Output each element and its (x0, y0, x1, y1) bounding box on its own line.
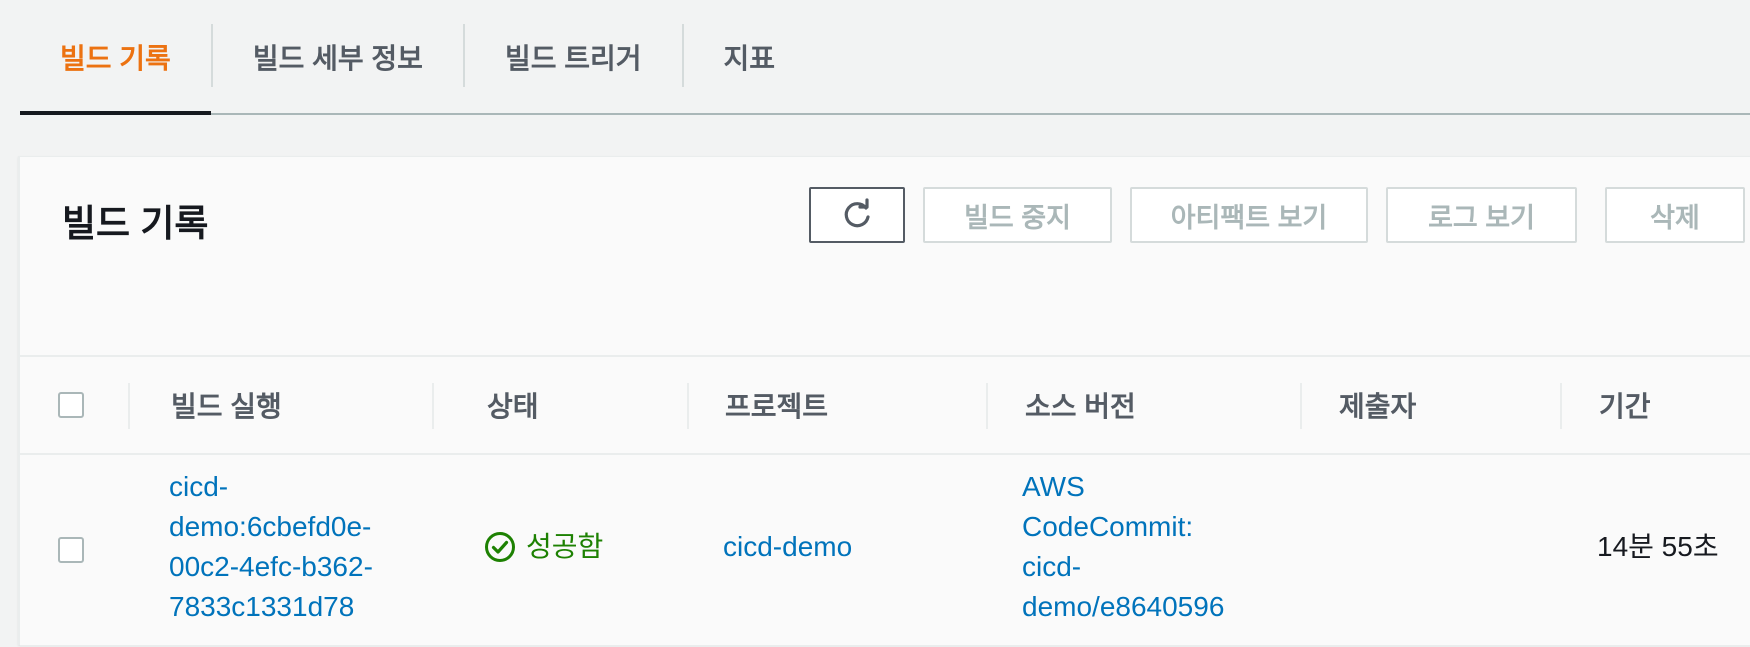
column-header-submitter[interactable]: 제출자 (1339, 357, 1416, 453)
source-version-line: CodeCommit: (1022, 511, 1194, 542)
column-divider (1300, 383, 1302, 429)
stop-build-button[interactable]: 빌드 중지 (923, 187, 1112, 243)
build-run-line: 7833c1331d78 (169, 591, 355, 622)
build-run-line: cicd- (169, 471, 229, 502)
view-artifacts-button[interactable]: 아티팩트 보기 (1130, 187, 1368, 243)
refresh-button[interactable] (809, 187, 905, 243)
refresh-icon (844, 198, 870, 228)
column-header-build-run[interactable]: 빌드 실행 (171, 357, 282, 453)
build-run-line: demo:6cbefd0e- (169, 511, 372, 542)
column-header-status[interactable]: 상태 (487, 357, 539, 453)
source-version-line: cicd- (1022, 551, 1082, 582)
build-run-link[interactable]: cicd- demo:6cbefd0e- 00c2-4efc-b362- 783… (169, 467, 409, 627)
panel-header: 빌드 기록 빌드 중지 아티팩트 보기 로그 보기 삭제 (20, 157, 1750, 357)
delete-button[interactable]: 삭제 (1605, 187, 1745, 243)
project-link[interactable]: cicd-demo (723, 527, 852, 567)
source-version-link[interactable]: AWS CodeCommit: cicd- demo/e8640596 (1022, 467, 1282, 627)
column-divider (128, 383, 130, 429)
column-divider (1560, 383, 1562, 429)
source-version-line: AWS (1022, 471, 1085, 502)
tab-build-triggers[interactable]: 빌드 트리거 (465, 0, 682, 113)
tab-build-details[interactable]: 빌드 세부 정보 (213, 0, 463, 113)
table-row: cicd- demo:6cbefd0e- 00c2-4efc-b362- 783… (20, 455, 1750, 647)
build-history-panel: 빌드 기록 빌드 중지 아티팩트 보기 로그 보기 삭제 빌드 실행 상태 프로… (18, 156, 1750, 647)
duration-value: 14분 55초 (1597, 531, 1719, 562)
status-badge: 성공함 (484, 527, 603, 567)
status-text: 성공함 (526, 531, 604, 562)
table-header: 빌드 실행 상태 프로젝트 소스 버전 제출자 기간 (20, 357, 1750, 455)
column-header-duration[interactable]: 기간 (1599, 357, 1651, 453)
source-version-line: demo/e8640596 (1022, 591, 1225, 622)
column-divider (986, 383, 988, 429)
column-divider (687, 383, 689, 429)
column-header-project[interactable]: 프로젝트 (725, 357, 828, 453)
tab-build-history[interactable]: 빌드 기록 (20, 0, 211, 115)
column-header-source-version[interactable]: 소스 버전 (1025, 357, 1136, 453)
build-run-line: 00c2-4efc-b362- (169, 551, 373, 582)
tab-bar: 빌드 기록 빌드 세부 정보 빌드 트리거 지표 (20, 0, 1750, 115)
row-checkbox[interactable] (58, 537, 84, 563)
success-check-icon (485, 532, 515, 562)
tab-metrics[interactable]: 지표 (684, 0, 816, 113)
select-all-checkbox[interactable] (58, 392, 84, 418)
column-divider (432, 383, 434, 429)
panel-title: 빌드 기록 (62, 203, 209, 244)
view-logs-button[interactable]: 로그 보기 (1386, 187, 1577, 243)
